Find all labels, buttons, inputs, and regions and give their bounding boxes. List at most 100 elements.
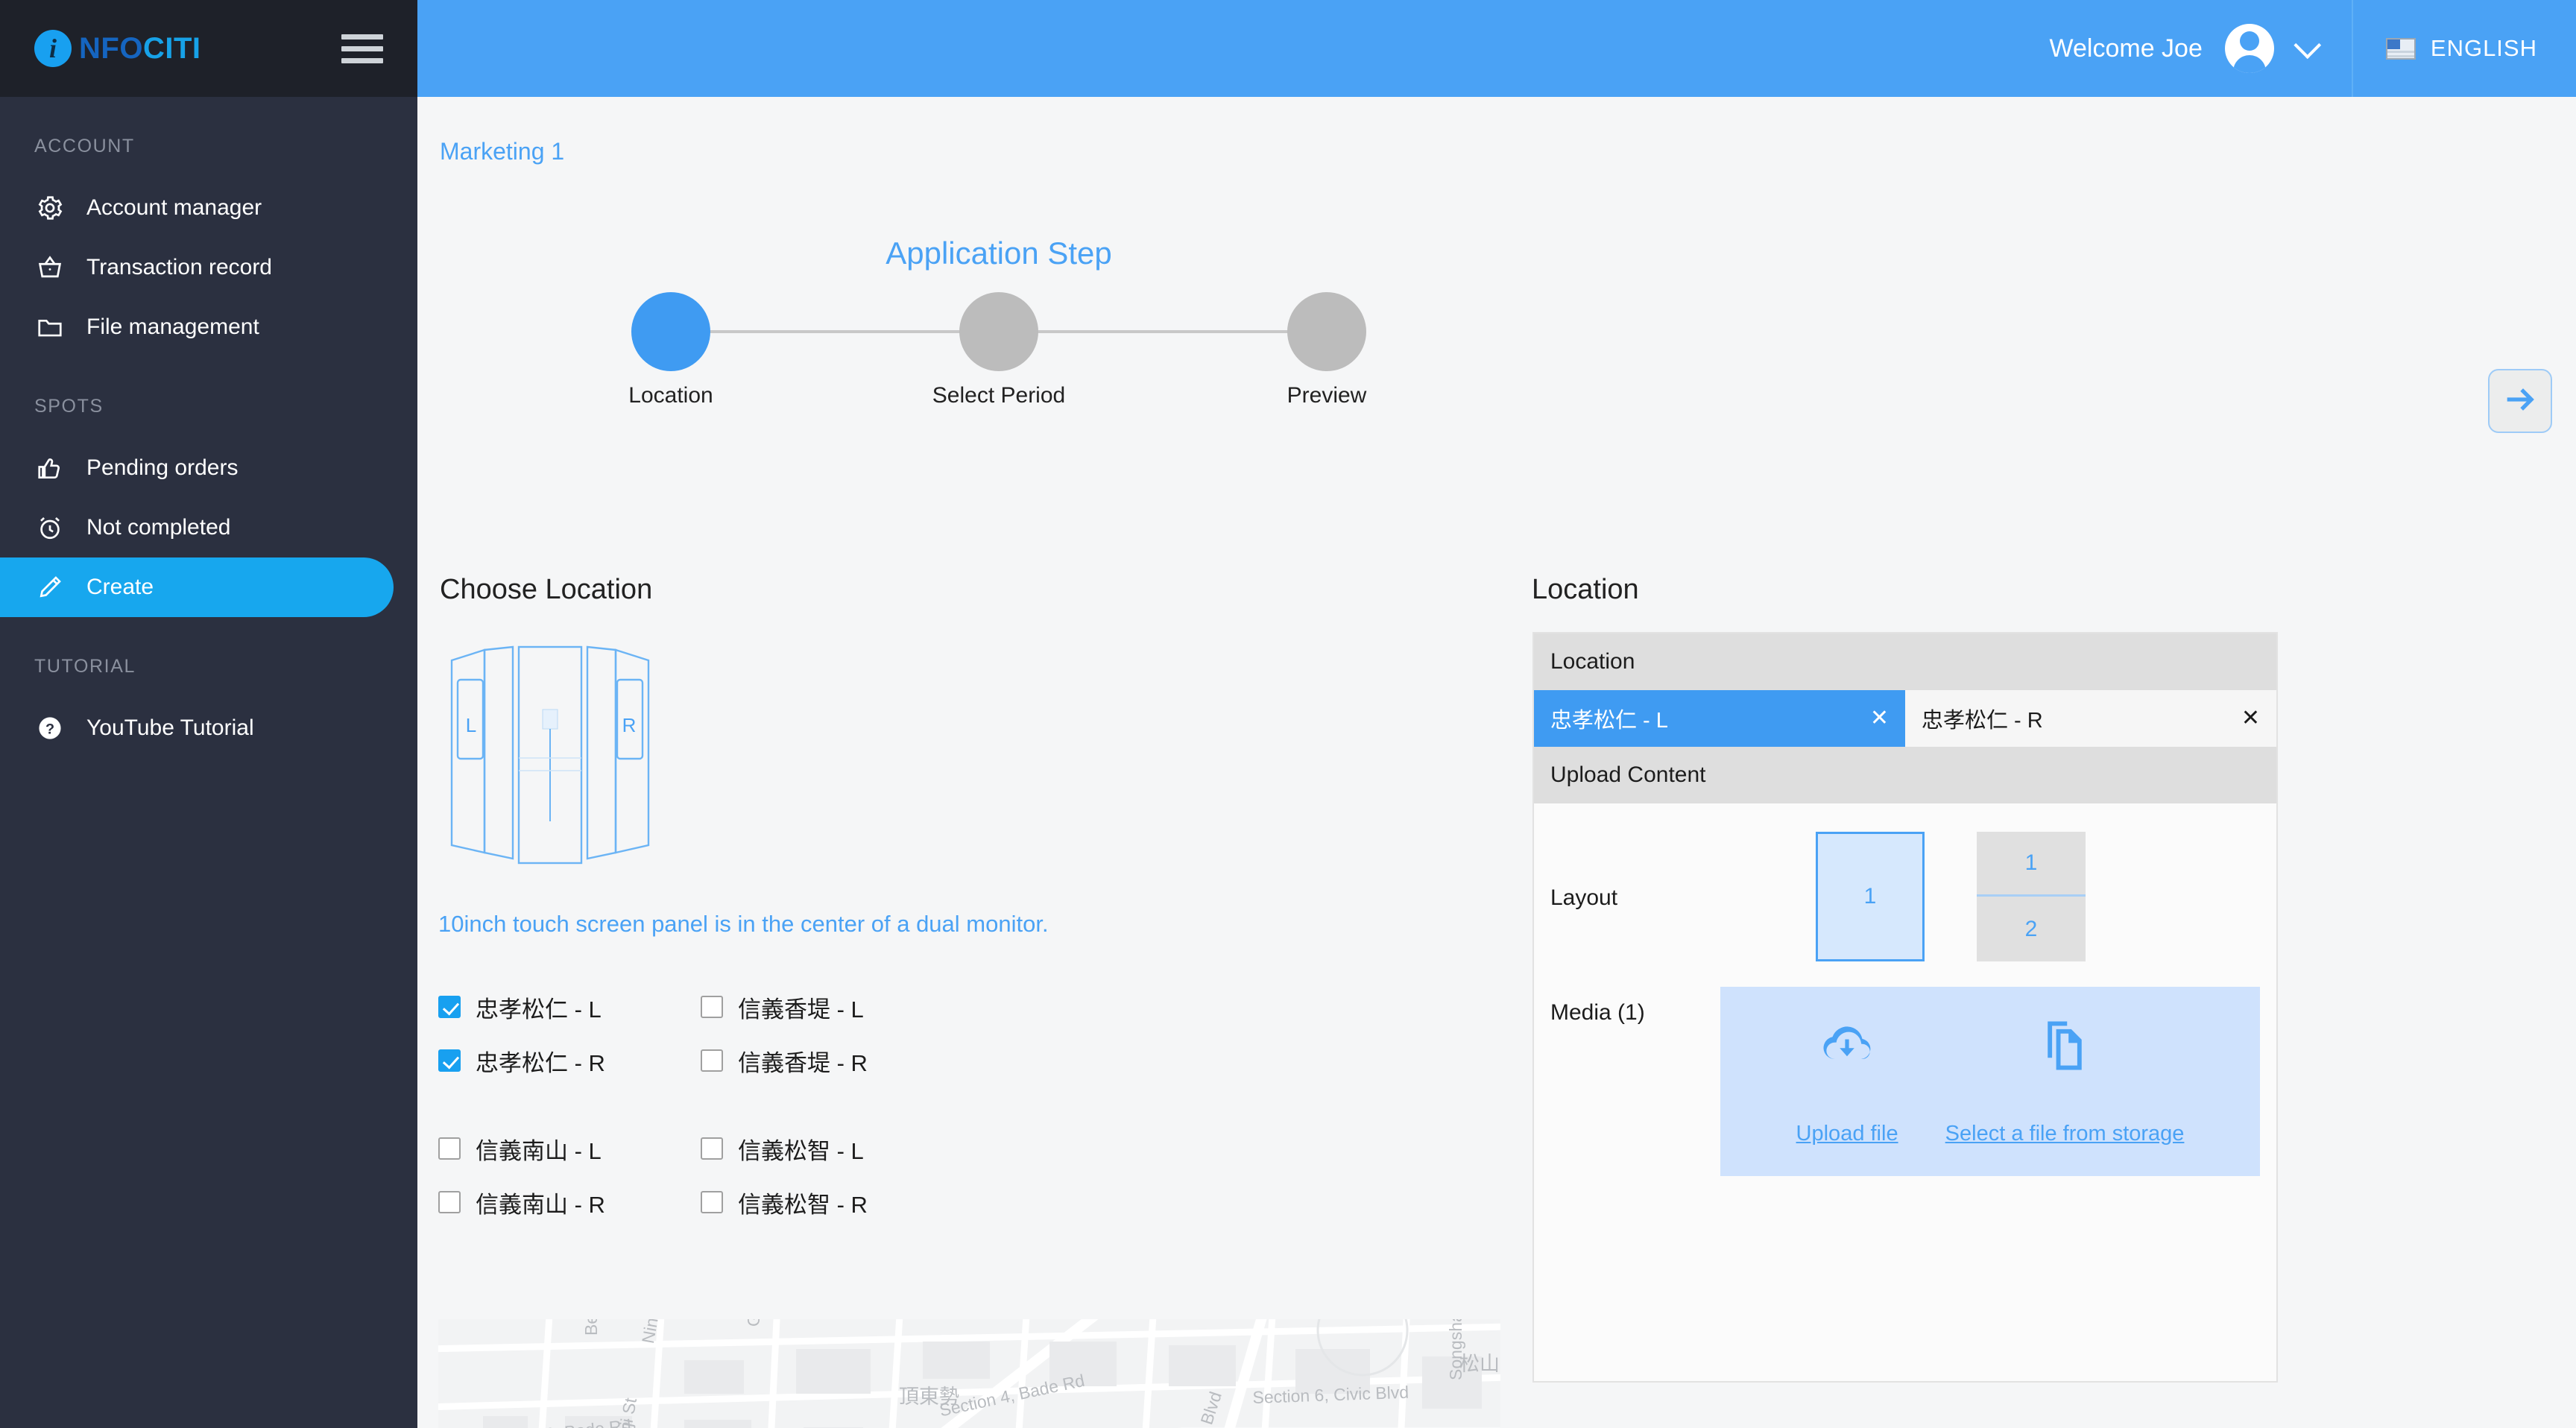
checkbox-box (701, 1191, 723, 1213)
layout-label: Layout (1550, 885, 1618, 910)
checkbox-box (701, 1137, 723, 1160)
sidebar-item-label: Pending orders (86, 455, 239, 480)
location-tab-row: 忠孝松仁 - L ✕ 忠孝松仁 - R ✕ (1534, 690, 2276, 747)
checkbox-label: 信義南山 - R (476, 1191, 605, 1218)
location-checkbox-grid: 忠孝松仁 - L 信義香堤 - L 忠孝松仁 - R 信義香堤 - R 信義南山… (438, 980, 1258, 1229)
avatar-icon (2224, 24, 2274, 73)
step-connector-1 (710, 330, 960, 333)
upload-content-label: Upload Content (1550, 762, 1706, 787)
sidebar-item-label: File management (86, 315, 259, 339)
hamburger-bar-2 (341, 45, 383, 51)
media-row: Media (1) Upload file Select a file from… (1534, 987, 2276, 1201)
media-dropzone[interactable]: Upload file Select a file from storage (1720, 987, 2260, 1176)
step-label: Location (628, 383, 713, 408)
sidebar-item-file-management[interactable]: File management (0, 297, 417, 357)
location-panel-title: Location (1532, 574, 1639, 605)
step-location[interactable]: Location (626, 292, 716, 408)
checkbox-box (438, 1191, 461, 1213)
svg-text:?: ? (45, 721, 54, 737)
folder-icon (34, 312, 66, 343)
flag-stripe-1 (2387, 50, 2414, 53)
main-content: Marketing 1 Application Step Location Se… (417, 97, 2576, 1428)
sidebar-item-label: Account manager (86, 195, 262, 220)
logo-i-icon: i (34, 30, 72, 67)
flag-stripe-2 (2387, 54, 2414, 57)
sidebar-item-youtube-tutorial[interactable]: ? YouTube Tutorial (0, 698, 417, 758)
logo-text-part1: NFO (79, 31, 143, 65)
checkbox-xinyi-xiangti-r[interactable]: 信義香堤 - R (701, 1034, 963, 1087)
checkbox-label: 信義南山 - L (476, 1137, 602, 1164)
checkbox-xinyi-xiangti-l[interactable]: 信義香堤 - L (701, 980, 963, 1034)
kiosk-right-label: R (622, 714, 637, 736)
layout-row: Layout 1 1 2 (1534, 803, 2276, 987)
location-map[interactable]: Beining Rd Ningan St Yanji St Guangfu N … (438, 1319, 1500, 1428)
checkbox-box (701, 996, 723, 1018)
sidebar-logo-bar: i NFOCITI (0, 0, 417, 97)
basket-icon (34, 252, 66, 283)
checkbox-zhongxiao-songren-r[interactable]: 忠孝松仁 - R (438, 1034, 701, 1087)
checkbox-xinyi-nanshan-r[interactable]: 信義南山 - R (438, 1175, 701, 1229)
application-stepper: Location Select Period Preview (626, 287, 1371, 408)
hamburger-menu-icon[interactable] (341, 34, 383, 63)
app-logo[interactable]: i NFOCITI (34, 30, 201, 67)
hamburger-bar-1 (341, 34, 383, 40)
top-bar: Welcome Joe ENGLISH (417, 0, 2576, 97)
checkbox-box (438, 996, 461, 1018)
location-tab-r[interactable]: 忠孝松仁 - R ✕ (1905, 690, 2276, 747)
checkbox-xinyi-nanshan-l[interactable]: 信義南山 - L (438, 1122, 701, 1175)
question-mark-icon: ? (34, 713, 66, 744)
kiosk-left-label: L (466, 714, 476, 736)
avatar[interactable] (2224, 24, 2274, 73)
breadcrumb[interactable]: Marketing 1 (440, 138, 564, 165)
checkbox-box (438, 1049, 461, 1072)
map-label: 松山(錫口 (1459, 1353, 1500, 1375)
upload-file-link[interactable]: Upload file (1796, 1122, 1898, 1146)
checkbox-label: 忠孝松仁 - R (476, 1049, 605, 1076)
nav-section-tutorial-label: TUTORIAL (34, 656, 136, 677)
map-label: Beining Rd (581, 1319, 602, 1336)
layout-option-2[interactable]: 1 2 (1977, 832, 2086, 961)
checkbox-label: 信義香堤 - R (738, 1049, 868, 1076)
sidebar-item-not-completed[interactable]: Not completed (0, 498, 417, 557)
flag-canton (2387, 39, 2400, 49)
sidebar-item-pending-orders[interactable]: Pending orders (0, 438, 417, 498)
checkbox-grid-spacer (438, 1087, 963, 1122)
thumbs-up-icon (34, 452, 66, 484)
next-step-button[interactable] (2488, 369, 2552, 433)
nav-section-spots-label: SPOTS (34, 396, 104, 417)
nav-section-account-label: ACCOUNT (34, 136, 135, 157)
checkbox-xinyi-songzhi-l[interactable]: 信義松智 - L (701, 1122, 963, 1175)
location-card: Location 忠孝松仁 - L ✕ 忠孝松仁 - R ✕ Upload Co… (1532, 632, 2278, 1383)
media-label: Media (1) (1550, 1000, 1645, 1025)
checkbox-box (438, 1137, 461, 1160)
layout-cell-top: 1 (1977, 832, 2086, 897)
chevron-down-icon[interactable] (2294, 31, 2322, 60)
close-icon[interactable]: ✕ (1870, 707, 1889, 730)
logo-wordmark: NFOCITI (79, 32, 201, 66)
select-from-storage-action[interactable]: Select a file from storage (1945, 1017, 2185, 1146)
upload-file-action[interactable]: Upload file (1796, 1017, 1898, 1146)
sidebar-item-account-manager[interactable]: Account manager (0, 178, 417, 238)
step-label: Select Period (932, 383, 1066, 408)
step-select-period[interactable]: Select Period (932, 292, 1065, 408)
language-selector[interactable]: ENGLISH (2353, 0, 2576, 97)
sidebar-item-create[interactable]: Create (0, 557, 394, 617)
checkbox-zhongxiao-songren-l[interactable]: 忠孝松仁 - L (438, 980, 701, 1034)
sidebar-item-label: Create (86, 575, 154, 599)
pencil-icon (34, 572, 66, 603)
step-preview[interactable]: Preview (1282, 292, 1371, 408)
page-title: Application Step (886, 236, 1112, 271)
layout-cell-bottom: 2 (2024, 916, 2038, 941)
select-from-storage-link[interactable]: Select a file from storage (1945, 1122, 2185, 1146)
location-tab-label: 忠孝松仁 - R (1922, 709, 2043, 733)
checkbox-label: 信義松智 - L (738, 1137, 864, 1164)
sidebar-item-transaction-record[interactable]: Transaction record (0, 238, 417, 297)
checkbox-label: 信義香堤 - L (738, 996, 864, 1023)
checkbox-xinyi-songzhi-r[interactable]: 信義松智 - R (701, 1175, 963, 1229)
sidebar-item-label: Transaction record (86, 255, 272, 279)
close-icon[interactable]: ✕ (2241, 707, 2260, 730)
step-circle (1287, 292, 1366, 371)
location-tab-l[interactable]: 忠孝松仁 - L ✕ (1534, 690, 1905, 747)
welcome-text: Welcome Joe (2049, 34, 2203, 63)
layout-option-1[interactable]: 1 (1816, 832, 1925, 961)
